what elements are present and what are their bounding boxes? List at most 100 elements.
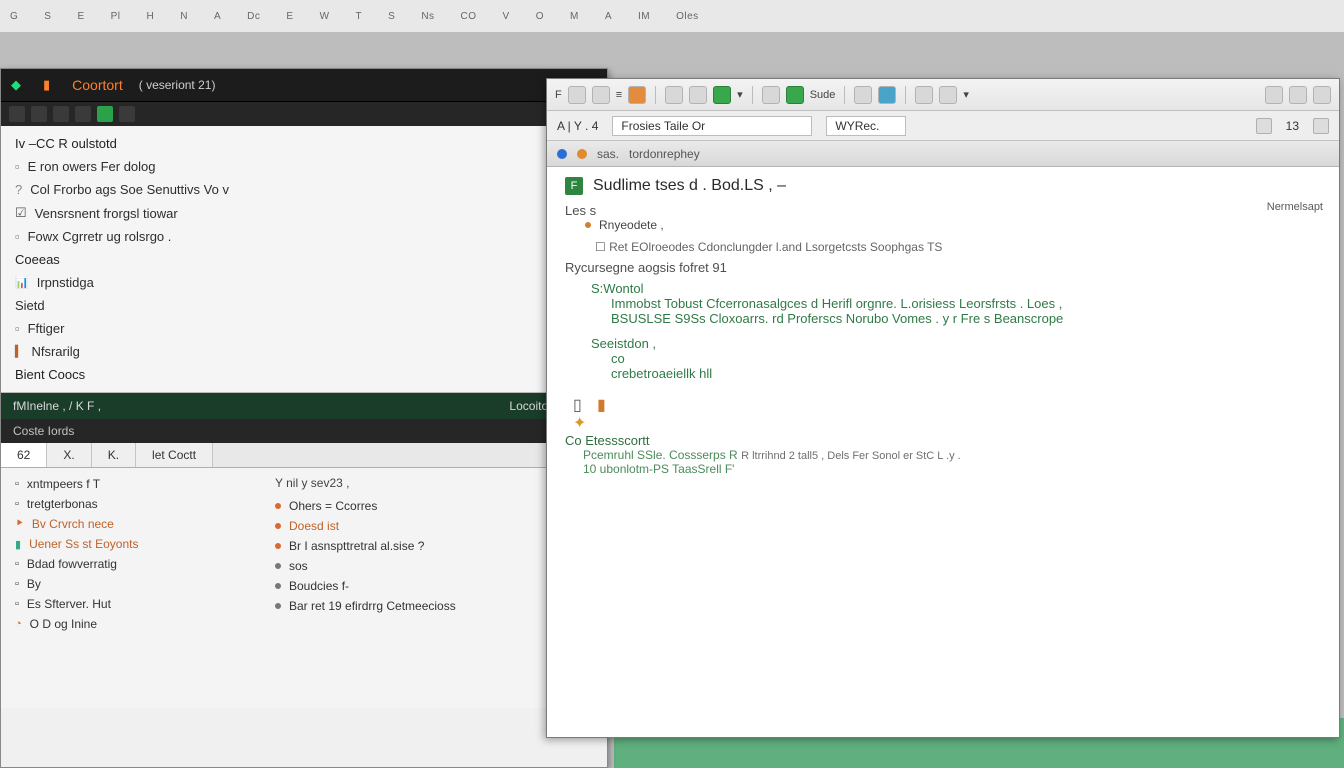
toolbar-button[interactable] (713, 86, 731, 104)
subbar-button[interactable] (1313, 118, 1329, 134)
doc-line: Rnyeodete , (585, 218, 1321, 232)
tree-item[interactable]: Vensrsnent frorgsl tiowar (1, 201, 607, 225)
doc-line: ☐ Ret EOlroeodes Cdonclungder l.and Lsor… (595, 240, 1321, 254)
project-title: Coortort (72, 77, 123, 93)
toolbar-button[interactable] (1313, 86, 1331, 104)
doc-line: BSUSLSE S9Ss Cloxoarrs. rd Proferscs Nor… (611, 311, 1321, 326)
list-item[interactable]: ▫xntmpeers f T (1, 474, 261, 494)
bullet-icon (585, 222, 591, 228)
panel-subtitle: Coste Iords (1, 419, 607, 443)
doc-subbar: A | Y . 4 Frosies Taile Or WYRec. 13 (547, 111, 1339, 141)
separator (655, 86, 656, 104)
list-item[interactable]: ▫Es Sfterver. Hut (1, 594, 261, 614)
tree-item[interactable]: Fftiger (1, 317, 607, 340)
list-item[interactable]: ▫By (1, 574, 261, 594)
tree-item[interactable]: Iv –CC R oulstotd (1, 132, 607, 155)
window-dot-icon (557, 149, 567, 159)
toolbar-label: F (555, 89, 562, 101)
results-panel: ▫xntmpeers f T ▫tretgterbonas ⯈Bv Crvrch… (1, 468, 607, 708)
doc-icon-row: ✦ (573, 413, 1321, 427)
block-line: 10 ubonlotm-PS TaasSrell F' (583, 462, 1321, 476)
list-item[interactable]: ▫tretgterbonas (1, 494, 261, 514)
tree-item[interactable]: Fowx Cgrretr ug rolsrgo . (1, 225, 607, 248)
caret-icon: ▮ (597, 395, 611, 409)
marker-icon: ▯ (573, 395, 587, 409)
toolbar-button[interactable] (689, 86, 707, 104)
toolbar-button[interactable] (75, 106, 91, 122)
app-icon-2: ▮ (43, 77, 50, 93)
doc-meta: Nermelsapt (1267, 201, 1323, 213)
list-item[interactable]: ◔O D og Inine (1, 614, 261, 634)
doc-line: Immobst Tobust Cfcerronasalgces d Herifl… (611, 296, 1321, 311)
list-item[interactable]: ▫Bdad fowverratig (1, 554, 261, 574)
inner-chrome-bar: sas. tordonrephey (547, 141, 1339, 167)
project-tree: Iv –CC R oulstotd E ron owers Fer dolog … (1, 126, 607, 393)
doc-toolbar: F ≡ ▾ Sude ▾ (547, 79, 1339, 111)
toolbar-button[interactable] (915, 86, 933, 104)
subbar-button[interactable] (1256, 118, 1272, 134)
block-heading: Co Etessscortt (565, 433, 1321, 448)
toolbar-button[interactable] (1289, 86, 1307, 104)
toolbar-button[interactable] (878, 86, 896, 104)
project-window: ◆ ▮ Coortort ( veseriont 21) ⟳ ≡ Iv –CC … (0, 68, 608, 768)
doc-line: Les s (565, 203, 1321, 218)
run-button[interactable] (97, 106, 113, 122)
block-line: Pcemruhl SSle. Cossserps R R ltrrihnd 2 … (583, 448, 1321, 462)
toolbar-button[interactable] (1265, 86, 1283, 104)
toolbar-button[interactable] (762, 86, 780, 104)
project-window-titlebar[interactable]: ◆ ▮ Coortort ( veseriont 21) ⟳ ≡ (1, 69, 607, 101)
panel-title: fMInelne , / K F , (13, 399, 101, 413)
list-item[interactable]: ▮Uener Ss st Eoyonts (1, 534, 261, 554)
tree-item[interactable]: E ron owers Fer dolog (1, 155, 607, 178)
record-button[interactable] (786, 86, 804, 104)
project-subtitle: ( veseriont 21) (139, 78, 216, 92)
document-window: F ≡ ▾ Sude ▾ A | Y . 4 Frosies Taile Or … (546, 78, 1340, 738)
breadcrumb: A | Y . 4 (557, 119, 598, 133)
type-field[interactable]: WYRec. (826, 116, 906, 136)
separator (844, 86, 845, 104)
toolbar-button[interactable] (9, 106, 25, 122)
window-dot-icon (577, 149, 587, 159)
doc-block: Co Etessscortt Pcemruhl SSle. Cossserps … (565, 433, 1321, 476)
project-toolbar (1, 101, 607, 126)
tab[interactable]: X. (47, 443, 91, 467)
tree-item[interactable]: Col Frorbo ags Soe Senuttivs Vo v (1, 178, 607, 201)
toolbar-text: Sude (810, 89, 836, 101)
toolbar-button[interactable] (939, 86, 957, 104)
app-icon: ◆ (11, 77, 21, 93)
separator (905, 86, 906, 104)
address-path: tordonrephey (629, 147, 700, 161)
doc-keyword: S:Wontol (591, 281, 1321, 296)
tree-item[interactable]: Irpnstidga (1, 271, 607, 294)
toolbar-button[interactable] (665, 86, 683, 104)
toolbar-button[interactable] (592, 86, 610, 104)
doc-title: Sudlime tses d . Bod.LS , – (593, 177, 786, 195)
tree-item[interactable]: Sietd (1, 294, 607, 317)
background-menu-strip: GSEPlHNADcEWTSNsCOVOMAIMOles (0, 0, 1344, 32)
panel-header: fMInelne , / K F , Locoitor! ▾ ▮ (1, 393, 607, 419)
tab[interactable]: 62 (1, 443, 47, 467)
list-item[interactable]: ⯈Bv Crvrch nece (1, 514, 261, 534)
tree-item[interactable]: ▍Nfsrarilg (1, 340, 607, 363)
doc-badge-icon: F (565, 177, 583, 195)
toolbar-button[interactable] (53, 106, 69, 122)
bottom-tabs: 62 X. K. let Coctt (1, 443, 607, 468)
doc-line: co (611, 351, 1321, 366)
doc-line: Rycursegne aogsis fofret 91 (565, 260, 1321, 275)
toolbar-button[interactable] (119, 106, 135, 122)
doc-keyword: Seeistdon , (591, 336, 1321, 351)
star-icon: ✦ (573, 413, 587, 427)
toolbar-button[interactable] (31, 106, 47, 122)
doc-line: crebetroaeiellk hll (611, 366, 1321, 381)
tree-item[interactable]: Bient Coocs (1, 363, 607, 386)
tree-item[interactable]: Coeeas (1, 248, 607, 271)
tab[interactable]: K. (92, 443, 136, 467)
tab[interactable]: let Coctt (136, 443, 213, 467)
doc-icon-row: ▯ ▮ (573, 395, 1321, 409)
toolbar-button[interactable] (628, 86, 646, 104)
title-field[interactable]: Frosies Taile Or (612, 116, 812, 136)
address-host: sas. (597, 147, 619, 161)
toolbar-button[interactable] (568, 86, 586, 104)
separator (752, 86, 753, 104)
toolbar-button[interactable] (854, 86, 872, 104)
